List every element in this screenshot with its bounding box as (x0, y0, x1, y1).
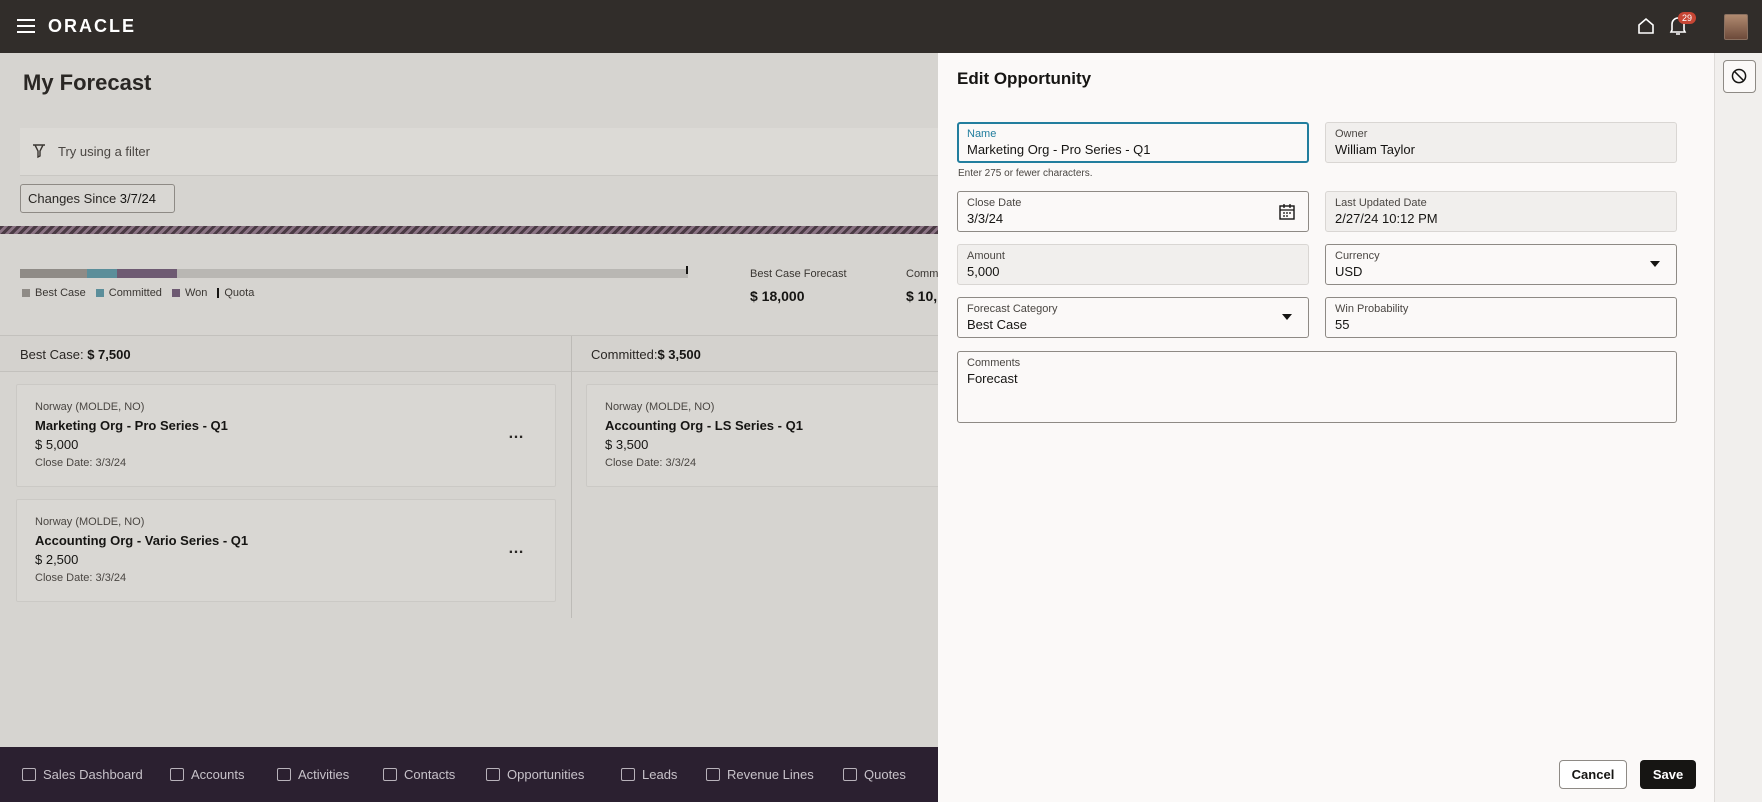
home-icon[interactable] (1636, 16, 1656, 36)
column-divider (571, 336, 572, 618)
nav-contacts[interactable]: Contacts (383, 767, 455, 782)
win-probability-field[interactable]: Win Probability 55 (1325, 297, 1677, 338)
kpi-committed: Comm $ 10, (906, 268, 938, 304)
right-rail (1714, 53, 1762, 802)
nav-revenue-lines[interactable]: Revenue Lines (706, 767, 814, 782)
legend-best-case: Best Case (22, 287, 86, 299)
currency-select[interactable]: Currency USD (1325, 244, 1677, 285)
amount-field: Amount 5,000 (957, 244, 1309, 285)
save-button[interactable]: Save (1640, 760, 1696, 789)
opportunity-card[interactable]: Norway (MOLDE, NO) Accounting Org - Vari… (16, 499, 556, 602)
user-avatar[interactable] (1724, 14, 1748, 40)
progress-legend: Best Case Committed Won Quota (22, 287, 254, 299)
forecast-progress-bar (20, 269, 688, 278)
close-date-field[interactable]: Close Date 3/3/24 (957, 191, 1309, 232)
drawer-title: Edit Opportunity (957, 69, 1092, 88)
filter-placeholder: Try using a filter (58, 144, 150, 159)
menu-icon[interactable] (17, 19, 35, 33)
oracle-logo[interactable]: ORACLE (48, 16, 136, 37)
nav-opportunities[interactable]: Opportunities (486, 767, 584, 782)
page-title: My Forecast (23, 70, 152, 95)
chevron-down-icon (1282, 314, 1292, 320)
comments-field[interactable]: Comments Forecast (957, 351, 1677, 423)
forecast-page: My Forecast Try using a filter Changes S… (0, 53, 946, 747)
quotes-icon (843, 768, 857, 781)
forecast-category-select[interactable]: Forecast Category Best Case (957, 297, 1309, 338)
kpi-best-case-forecast: Best Case Forecast $ 18,000 (750, 268, 847, 304)
top-header: ORACLE 29 (0, 0, 1762, 53)
name-field[interactable]: Name Marketing Org - Pro Series - Q1 (957, 122, 1309, 163)
legend-committed: Committed (95, 287, 162, 299)
cancel-button[interactable]: Cancel (1559, 760, 1627, 789)
quota-marker (686, 266, 688, 274)
column-header-best-case: Best Case: $ 7,500 (0, 336, 571, 372)
column-header-committed: Committed:$ 3,500 (572, 336, 938, 372)
last-updated-field: Last Updated Date 2/27/24 10:12 PM (1325, 191, 1677, 232)
cancel-circle-icon (1731, 68, 1747, 84)
owner-field: Owner William Taylor (1325, 122, 1677, 163)
nav-quotes[interactable]: Quotes (843, 767, 906, 782)
more-options-icon[interactable]: … (508, 425, 525, 443)
changes-since-date: 3/7/24 (119, 191, 156, 206)
won-segment (116, 269, 177, 278)
nav-accounts[interactable]: Accounts (170, 767, 244, 782)
leads-icon (621, 768, 635, 781)
nav-sales-dashboard[interactable]: Sales Dashboard (22, 767, 143, 782)
filter-bar[interactable]: Try using a filter (20, 128, 938, 176)
committed-segment (86, 269, 117, 278)
accounts-icon (170, 768, 184, 781)
calendar-icon[interactable] (1278, 203, 1296, 221)
nav-activities[interactable]: Activities (277, 767, 349, 782)
notification-badge: 29 (1678, 12, 1697, 24)
decorative-banner (0, 226, 938, 234)
edit-opportunity-drawer: Edit Opportunity Name Marketing Org - Pr… (938, 53, 1714, 802)
changes-since-label: Changes Since (28, 191, 117, 206)
opportunity-card[interactable]: Norway (MOLDE, NO) Marketing Org - Pro S… (16, 384, 556, 487)
more-options-icon[interactable]: … (508, 540, 525, 558)
activities-icon (277, 768, 291, 781)
bottom-navigation: Sales Dashboard Accounts Activities Cont… (0, 747, 938, 802)
contacts-icon (383, 768, 397, 781)
opportunity-card[interactable]: Norway (MOLDE, NO) Accounting Org - LS S… (586, 384, 946, 487)
name-hint: Enter 275 or fewer characters. (958, 168, 1093, 179)
close-panel-button[interactable] (1723, 60, 1756, 93)
legend-won: Won (171, 287, 207, 299)
filter-icon (33, 144, 45, 159)
legend-quota: Quota (217, 287, 254, 299)
dashboard-icon (22, 768, 36, 781)
forecast-columns: Best Case: $ 7,500 Committed:$ 3,500 Nor… (0, 335, 946, 618)
changes-since-button[interactable]: Changes Since 3/7/24 (20, 184, 175, 213)
chevron-down-icon (1650, 261, 1660, 267)
revenue-lines-icon (706, 768, 720, 781)
opportunities-icon (486, 768, 500, 781)
nav-leads[interactable]: Leads (621, 767, 677, 782)
best-case-segment (20, 269, 87, 278)
